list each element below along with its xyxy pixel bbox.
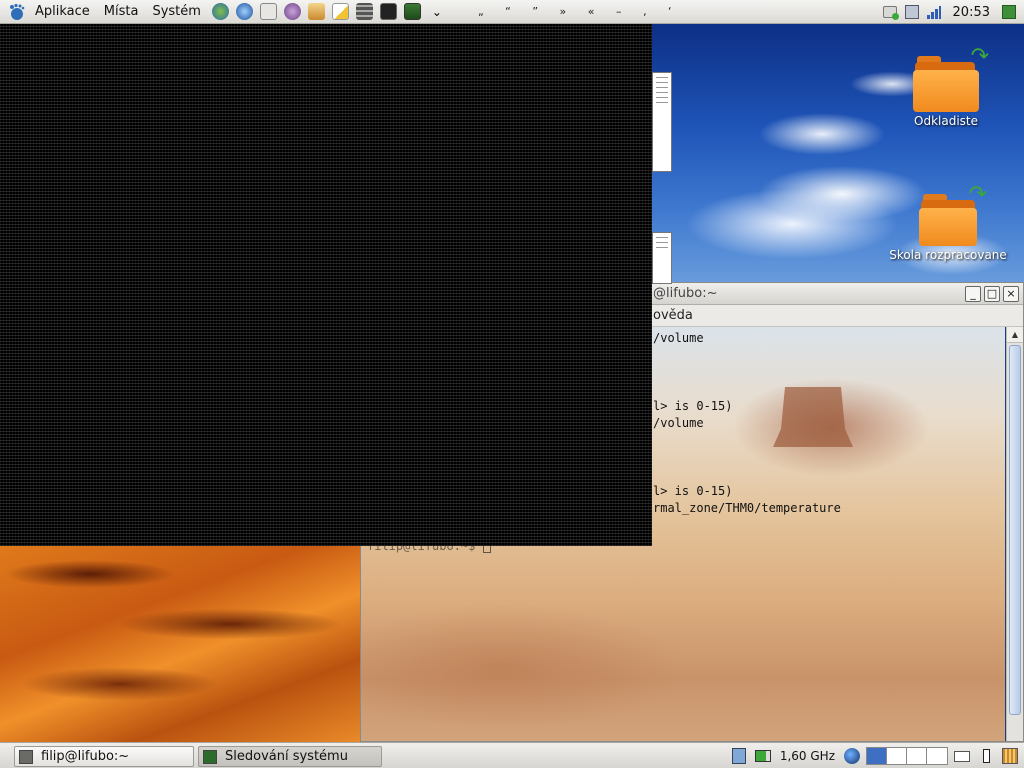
taskbar-button-terminal[interactable]: filip@lifubo:~: [14, 746, 194, 767]
link-arrow-icon: ↷: [970, 44, 989, 69]
home-folder-icon[interactable]: [258, 2, 280, 22]
workspace-switcher[interactable]: [866, 747, 948, 765]
terminal-line: l> is 0-15): [653, 399, 733, 413]
desktop-wallpaper-rock: [0, 544, 360, 742]
menu-aplikace[interactable]: Aplikace: [28, 4, 97, 19]
link-arrow-icon: ↷: [968, 182, 987, 207]
folder-icon: ↷: [919, 182, 987, 246]
black-overlay-window[interactable]: [0, 24, 652, 546]
desktop-icon-label: Odkladiste: [914, 114, 978, 128]
network-status-icon[interactable]: [881, 3, 899, 21]
terminal-line: l> is 0-15): [653, 484, 733, 498]
taskbar-button-label: filip@lifubo:~: [41, 749, 130, 764]
image-viewer-icon[interactable]: [306, 2, 328, 22]
special-characters-applet[interactable]: „ “ ” » « – ‚ ‘: [478, 5, 681, 18]
calculator-icon[interactable]: [354, 2, 376, 22]
taskbar-button-label: Sledování systému: [225, 749, 348, 764]
web-browser-icon[interactable]: [234, 2, 256, 22]
signal-strength-icon[interactable]: [925, 3, 943, 21]
system-monitor-icon[interactable]: [402, 2, 424, 22]
menu-system[interactable]: Systém: [145, 4, 207, 19]
chevron-down-icon[interactable]: ⌄: [426, 2, 448, 22]
document-window-peek[interactable]: [652, 232, 672, 284]
taskbar-button-system-monitor[interactable]: Sledování systému: [198, 746, 382, 767]
menu-mista[interactable]: Místa: [97, 4, 146, 19]
battery-icon[interactable]: [753, 747, 773, 765]
terminal-line: /volume: [653, 331, 704, 345]
device-manager-icon[interactable]: [903, 3, 921, 21]
network-icon[interactable]: [210, 2, 232, 22]
terminal-line: /volume: [653, 416, 704, 430]
clock[interactable]: 20:53: [947, 5, 996, 20]
cpu-frequency[interactable]: 1,60 GHz: [777, 749, 838, 763]
scroll-up-arrow-icon[interactable]: ▲: [1007, 327, 1023, 343]
bottom-panel: filip@lifubo:~ Sledování systému 1,60 GH…: [0, 742, 1024, 768]
workspace-1[interactable]: [867, 748, 887, 764]
folder-icon: ↷: [913, 44, 989, 112]
update-notifier-icon[interactable]: [729, 747, 749, 765]
mobile-phone-icon[interactable]: [976, 747, 996, 765]
globe-icon[interactable]: [842, 747, 862, 765]
workspace-3[interactable]: [907, 748, 927, 764]
minimize-button[interactable]: _: [965, 286, 981, 302]
document-window-peek[interactable]: [652, 72, 672, 172]
desktop-icon-label: Skola rozpracovane: [889, 248, 1007, 262]
show-desktop-icon[interactable]: [1000, 3, 1018, 21]
menu-help-fragment[interactable]: ověda: [653, 308, 693, 323]
terminal-scrollbar[interactable]: ▲: [1006, 327, 1023, 741]
wallpaper-butte: [773, 387, 853, 447]
gnome-foot-icon[interactable]: [6, 1, 28, 23]
instant-messenger-icon[interactable]: [282, 2, 304, 22]
terminal-title: @lifubo:~: [653, 286, 718, 301]
text-editor-icon[interactable]: [330, 2, 352, 22]
workspace-2[interactable]: [887, 748, 907, 764]
system-monitor-icon: [203, 749, 217, 764]
terminal-icon[interactable]: [378, 2, 400, 22]
desktop-icon-odkladiste[interactable]: ↷ Odkladiste: [876, 44, 1016, 128]
desktop-icon-skola[interactable]: ↷ Skola rozpracovane: [878, 182, 1018, 262]
scroll-thumb[interactable]: [1009, 345, 1021, 715]
mail-icon[interactable]: [952, 747, 972, 765]
close-button[interactable]: ×: [1003, 286, 1019, 302]
terminal-line: rmal_zone/THM0/temperature: [653, 501, 841, 515]
workspace-4[interactable]: [927, 748, 947, 764]
trash-icon[interactable]: [1000, 747, 1020, 765]
terminal-icon: [19, 749, 33, 764]
maximize-button[interactable]: □: [984, 286, 1000, 302]
top-panel: Aplikace Místa Systém ⌄ „ “ ” » « – ‚ ‘ …: [0, 0, 1024, 24]
